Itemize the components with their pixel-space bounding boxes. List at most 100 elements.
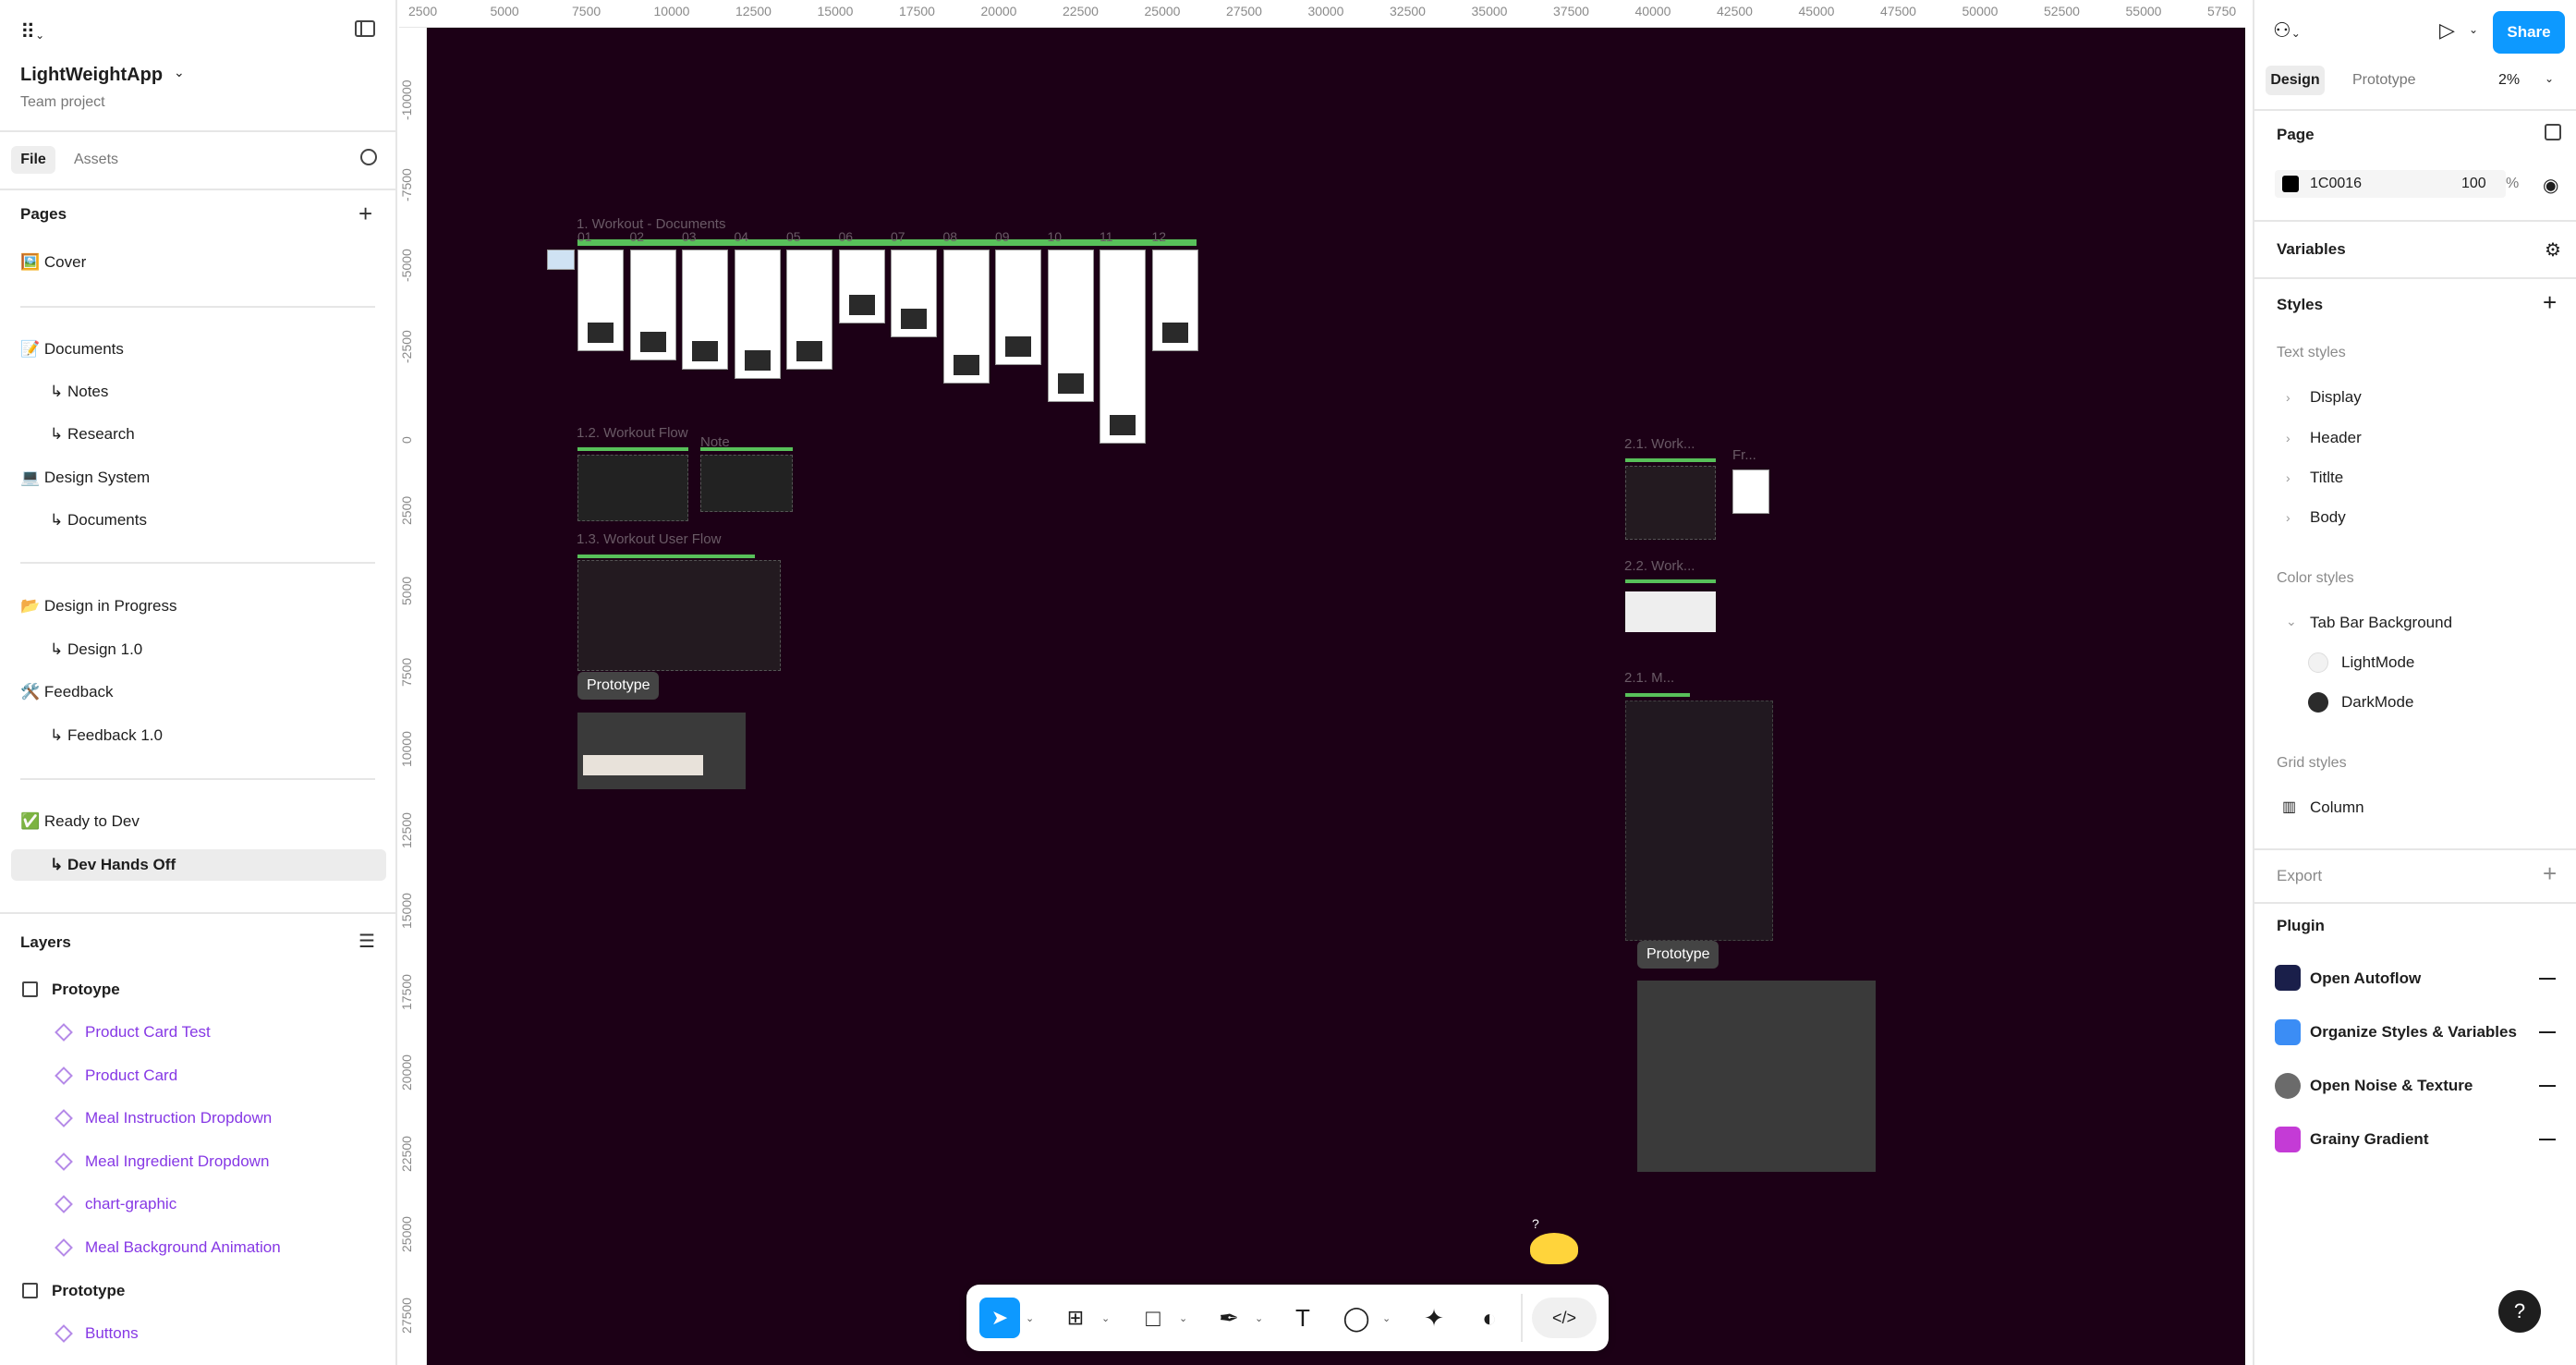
pen-tool-icon[interactable]: ✒ xyxy=(1209,1298,1249,1338)
tab-design[interactable]: Design xyxy=(2266,66,2325,95)
move-tool-icon[interactable]: ➤ xyxy=(979,1298,1020,1338)
flow-thumbnail[interactable] xyxy=(1625,591,1716,632)
page-styles-icon[interactable] xyxy=(2545,124,2561,140)
add-export-icon[interactable]: + xyxy=(2543,859,2557,888)
chevron-right-icon[interactable]: › xyxy=(2286,510,2290,525)
document-frame[interactable] xyxy=(1047,250,1094,402)
figma-menu-icon[interactable]: ⠿⌄ xyxy=(20,20,44,44)
frame-label[interactable]: 2.1. M... xyxy=(1624,670,1674,686)
avatar-icon[interactable]: ⚇⌄ xyxy=(2273,18,2301,43)
document-frame[interactable] xyxy=(734,250,781,379)
tab-prototype[interactable]: Prototype xyxy=(2352,72,2415,89)
help-button[interactable]: ? xyxy=(2498,1290,2541,1333)
search-icon[interactable] xyxy=(360,149,377,165)
mascot-icon[interactable] xyxy=(1530,1233,1578,1264)
chevron-down-icon[interactable]: ⌄ xyxy=(1382,1312,1391,1324)
prototype-frame[interactable] xyxy=(577,713,746,789)
layer-item[interactable]: Buttons xyxy=(85,1324,139,1343)
remove-plugin-icon[interactable] xyxy=(2539,1031,2556,1033)
variables-title[interactable]: Variables xyxy=(2277,240,2346,259)
user-flow-thumbnail[interactable] xyxy=(577,560,781,671)
plugin-item[interactable]: Grainy Gradient xyxy=(2310,1130,2428,1149)
page-item-dev-hands-off[interactable]: ↳ Dev Hands Off xyxy=(50,856,176,874)
color-style-group[interactable]: Tab Bar Background xyxy=(2310,614,2452,632)
ai-tool-icon[interactable]: ✦ xyxy=(1414,1298,1454,1338)
page-item-notes[interactable]: ↳ Notes xyxy=(50,383,108,401)
present-icon[interactable]: ▷ xyxy=(2439,18,2455,43)
collapse-layers-icon[interactable]: ☰ xyxy=(358,930,375,953)
present-chevron-icon[interactable]: ⌄ xyxy=(2469,23,2478,36)
document-frame[interactable] xyxy=(1151,250,1198,351)
comment-tool-icon[interactable]: ◯ xyxy=(1336,1298,1377,1338)
plugin-item[interactable]: Open Noise & Texture xyxy=(2310,1077,2473,1095)
dev-mode-toggle-icon[interactable]: </> xyxy=(1532,1298,1597,1338)
color-style-item[interactable]: DarkMode xyxy=(2341,693,2413,712)
page-item-feedback-1-0[interactable]: ↳ Feedback 1.0 xyxy=(50,726,163,745)
tab-assets[interactable]: Assets xyxy=(74,152,118,168)
document-frame[interactable] xyxy=(1100,250,1146,444)
variables-settings-icon[interactable]: ⚙ xyxy=(2545,238,2561,262)
text-style-item[interactable]: Header xyxy=(2310,429,2362,447)
frame-label[interactable]: 1.3. Workout User Flow xyxy=(577,531,721,547)
eye-icon[interactable]: ◉ xyxy=(2543,174,2558,197)
chevron-down-icon[interactable]: ⌄ xyxy=(1026,1312,1034,1324)
page-item-design-system[interactable]: 💻 Design System xyxy=(20,469,150,487)
layer-group-prototype[interactable]: Prototype xyxy=(52,1282,125,1300)
project-chevron-icon[interactable]: ⌄ xyxy=(174,65,185,80)
page-item-documents[interactable]: 📝 Documents xyxy=(20,340,124,359)
page-item-research[interactable]: ↳ Research xyxy=(50,425,135,444)
flow-thumbnail[interactable] xyxy=(1625,701,1773,941)
canvas[interactable]: 1. Workout - Documents 01 02 03 04 05 06 07 08 0… xyxy=(399,0,2245,1365)
prototype-badge[interactable]: Prototype xyxy=(1637,941,1719,969)
layer-group-protoype[interactable]: Protoype xyxy=(52,981,120,999)
flow-thumbnail[interactable] xyxy=(700,455,793,512)
plugin-tool-icon[interactable]: ◐ xyxy=(1469,1298,1510,1338)
text-style-item[interactable]: Body xyxy=(2310,508,2346,527)
document-frame[interactable] xyxy=(995,250,1041,365)
flow-thumbnail[interactable] xyxy=(1625,466,1716,540)
flow-thumbnail[interactable] xyxy=(577,455,688,521)
document-frame[interactable] xyxy=(942,250,990,384)
text-tool-icon[interactable]: T xyxy=(1282,1298,1323,1338)
export-title[interactable]: Export xyxy=(2277,867,2322,885)
layer-item[interactable]: Product Card xyxy=(85,1066,177,1085)
page-item-ds-documents[interactable]: ↳ Documents xyxy=(50,511,147,530)
plugin-item[interactable]: Open Autoflow xyxy=(2310,969,2421,988)
toggle-sidebar-icon[interactable] xyxy=(355,20,375,37)
chevron-right-icon[interactable]: › xyxy=(2286,390,2290,405)
remove-plugin-icon[interactable] xyxy=(2539,1085,2556,1087)
tab-file[interactable]: File xyxy=(11,146,55,174)
document-frame[interactable] xyxy=(682,250,728,370)
page-color-opacity[interactable]: 100 xyxy=(2461,176,2486,192)
zoom-level[interactable]: 2% xyxy=(2498,72,2520,89)
frame-label[interactable]: 2.2. Work... xyxy=(1624,558,1695,574)
frame-thumbnail[interactable] xyxy=(1732,469,1769,514)
page-item-design-1-0[interactable]: ↳ Design 1.0 xyxy=(50,640,142,659)
grid-style-item[interactable]: Column xyxy=(2310,798,2364,817)
chevron-down-icon[interactable]: ⌄ xyxy=(1179,1312,1187,1324)
plugin-item[interactable]: Organize Styles & Variables xyxy=(2310,1023,2517,1042)
document-frame[interactable] xyxy=(629,250,676,360)
frame-label[interactable]: 1. Workout - Documents xyxy=(577,216,725,232)
rectangle-tool-icon[interactable]: □ xyxy=(1133,1298,1173,1338)
color-style-item[interactable]: LightMode xyxy=(2341,653,2414,672)
prototype-frame[interactable] xyxy=(1637,981,1876,1172)
add-page-icon[interactable]: + xyxy=(358,200,372,228)
zoom-chevron-icon[interactable]: ⌄ xyxy=(2545,72,2554,85)
project-name[interactable]: LightWeightApp xyxy=(20,65,163,86)
page-color-hex[interactable]: 1C0016 xyxy=(2310,176,2362,192)
layer-item[interactable]: Meal Ingredient Dropdown xyxy=(85,1152,269,1171)
page-item-cover[interactable]: 🖼️ Cover xyxy=(20,253,86,272)
remove-plugin-icon[interactable] xyxy=(2539,978,2556,980)
page-item-ready-to-dev[interactable]: ✅ Ready to Dev xyxy=(20,812,140,831)
add-style-icon[interactable]: + xyxy=(2543,288,2557,317)
chevron-right-icon[interactable]: › xyxy=(2286,470,2290,485)
page-item-design-in-progress[interactable]: 📂 Design in Progress xyxy=(20,597,177,615)
document-frame[interactable] xyxy=(891,250,937,337)
frame-label[interactable]: 2.1. Work... xyxy=(1624,436,1695,452)
page-color-swatch[interactable] xyxy=(2282,176,2299,192)
layer-item[interactable]: Product Card Test xyxy=(85,1023,211,1042)
text-style-item[interactable]: Titlte xyxy=(2310,469,2343,487)
chevron-down-icon[interactable]: ⌄ xyxy=(2286,614,2297,629)
page-item-feedback[interactable]: 🛠️ Feedback xyxy=(20,683,114,701)
